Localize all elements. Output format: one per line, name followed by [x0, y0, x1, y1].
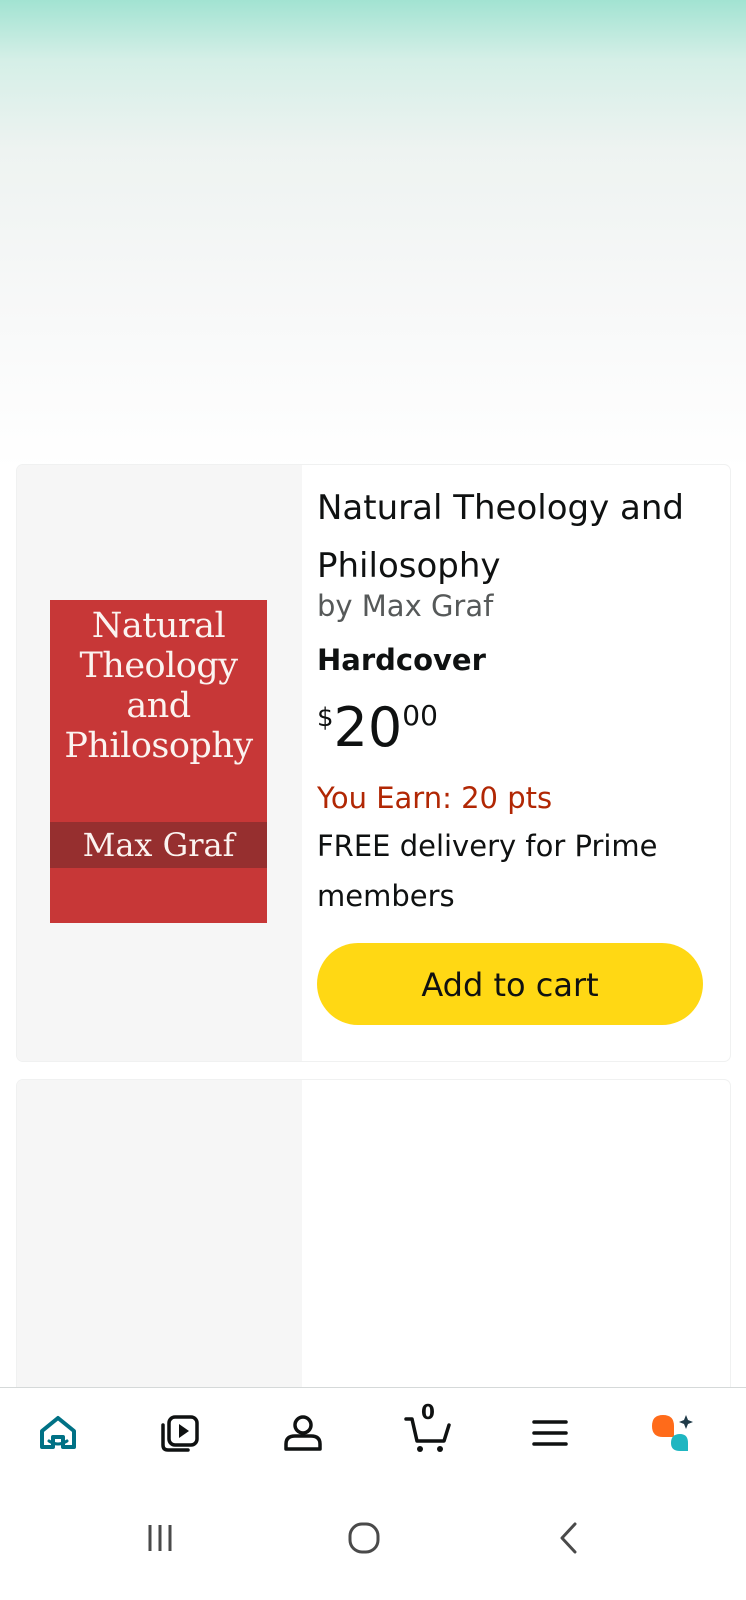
- add-to-cart-button[interactable]: Add to cart: [317, 943, 703, 1025]
- product-byline: by Max Graf: [317, 589, 494, 623]
- product-image-placeholder: [17, 1080, 302, 1410]
- system-home-button[interactable]: [324, 1498, 404, 1578]
- product-card-placeholder: [17, 1080, 730, 1410]
- nav-menu[interactable]: [510, 1388, 590, 1478]
- recent-apps-button[interactable]: [120, 1498, 200, 1578]
- recent-apps-icon: [148, 1525, 172, 1551]
- price-fraction: 00: [402, 699, 438, 732]
- home-icon: [40, 1416, 76, 1449]
- product-title[interactable]: Natural Theology and Philosophy: [317, 479, 707, 595]
- ai-assistant-icon: [652, 1415, 693, 1451]
- menu-icon: [532, 1420, 568, 1446]
- nav-cart[interactable]: 0: [388, 1388, 468, 1478]
- product-price: $2000: [317, 693, 438, 763]
- product-image-area[interactable]: Natural Theology and Philosophy Max Graf: [17, 465, 302, 1061]
- product-info: Natural Theology and Philosophy by Max G…: [317, 465, 730, 1061]
- back-chevron-icon: [560, 1522, 577, 1554]
- bottom-nav-bar: 0: [0, 1387, 746, 1479]
- nav-video[interactable]: [140, 1388, 220, 1478]
- video-library-icon: [161, 1415, 199, 1452]
- cart-count-badge: 0: [421, 1400, 435, 1424]
- points-earned: You Earn: 20 pts: [317, 781, 553, 815]
- system-back-button[interactable]: [530, 1498, 610, 1578]
- nav-rufus[interactable]: [633, 1388, 713, 1478]
- price-whole: 20: [333, 696, 403, 759]
- circle-home-icon: [348, 1522, 380, 1554]
- cover-title: Natural Theology and Philosophy: [64, 606, 253, 766]
- book-cover-image[interactable]: Natural Theology and Philosophy Max Graf: [50, 600, 267, 923]
- nav-home[interactable]: [18, 1388, 98, 1478]
- price-symbol: $: [317, 703, 334, 733]
- nav-account[interactable]: [263, 1388, 343, 1478]
- system-nav-bar: [0, 1478, 746, 1600]
- cover-author: Max Graf: [50, 822, 267, 868]
- header-background: [0, 0, 746, 470]
- account-icon: [284, 1415, 322, 1451]
- product-card[interactable]: Natural Theology and Philosophy Max Graf…: [17, 465, 730, 1061]
- product-format: Hardcover: [317, 643, 486, 677]
- delivery-info: FREE delivery for Prime members: [317, 829, 658, 913]
